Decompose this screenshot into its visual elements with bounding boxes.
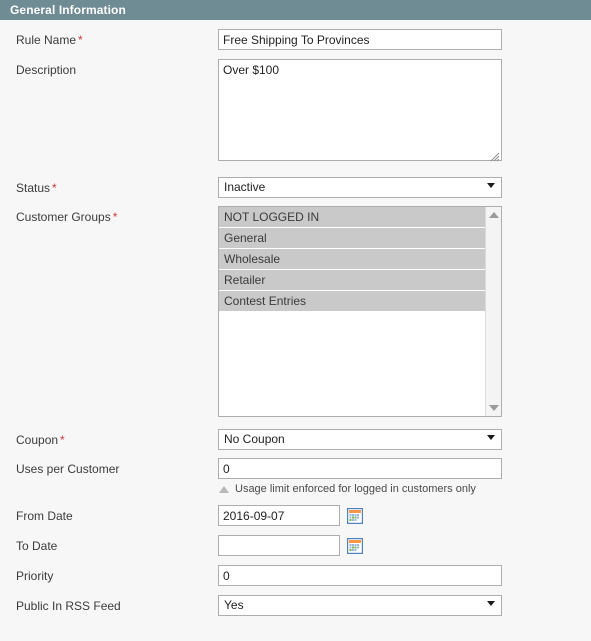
list-item[interactable]: Contest Entries (219, 291, 485, 312)
form-row-rule-name: Rule Name * (0, 29, 591, 50)
form-row-uses-per-customer: Uses per Customer Usage limit enforced f… (0, 458, 591, 495)
label-coupon-text: Coupon (16, 433, 59, 447)
field-coupon: No Coupon (218, 429, 591, 450)
required-marker-status: * (52, 181, 57, 195)
label-uses-per-customer-text: Uses per Customer (16, 462, 120, 476)
uses-per-customer-note-text: Usage limit enforced for logged in custo… (235, 483, 476, 495)
label-rule-name: Rule Name * (0, 29, 218, 48)
field-rule-name (218, 29, 591, 50)
field-uses-per-customer: Usage limit enforced for logged in custo… (218, 458, 591, 495)
description-textarea-wrapper: Over $100 (218, 59, 502, 164)
scroll-up-arrow-icon[interactable] (489, 212, 499, 218)
chevron-down-icon (487, 435, 495, 440)
label-coupon: Coupon * (0, 429, 218, 448)
list-item[interactable]: NOT LOGGED IN (219, 207, 485, 228)
list-item[interactable]: Retailer (219, 270, 485, 291)
field-status: Inactive (218, 177, 591, 198)
section-header-general-information: General Information (0, 0, 591, 20)
label-to-date: To Date (0, 535, 218, 554)
label-from-date: From Date (0, 505, 218, 524)
form-row-description: Description Over $100 (0, 59, 591, 164)
customer-groups-option-list: NOT LOGGED IN General Wholesale Retailer… (219, 207, 485, 416)
field-customer-groups: NOT LOGGED IN General Wholesale Retailer… (218, 206, 591, 417)
list-item[interactable]: Wholesale (219, 249, 485, 270)
label-description-text: Description (16, 63, 77, 77)
form-row-priority: Priority (0, 565, 591, 586)
to-date-input[interactable] (218, 535, 340, 556)
priority-input[interactable] (218, 565, 502, 586)
rule-name-input[interactable] (218, 29, 502, 50)
required-marker-rule-name: * (78, 33, 83, 47)
field-description: Over $100 (218, 59, 591, 164)
from-date-input[interactable] (218, 505, 340, 526)
customer-groups-multiselect[interactable]: NOT LOGGED IN General Wholesale Retailer… (218, 206, 502, 417)
uses-per-customer-input[interactable] (218, 458, 502, 479)
form-row-to-date: To Date (0, 535, 591, 556)
label-priority: Priority (0, 565, 218, 584)
coupon-select[interactable]: No Coupon (218, 429, 502, 450)
form-row-coupon: Coupon * No Coupon (0, 429, 591, 450)
chevron-down-icon (487, 601, 495, 606)
status-select-value: Inactive (218, 177, 502, 198)
scroll-down-arrow-icon[interactable] (489, 405, 499, 411)
customer-groups-scrollbar[interactable] (485, 207, 501, 416)
public-in-rss-feed-select-value: Yes (218, 595, 502, 616)
uses-per-customer-note: Usage limit enforced for logged in custo… (218, 479, 591, 495)
form-row-status: Status * Inactive (0, 177, 591, 198)
field-from-date (218, 505, 591, 526)
label-public-in-rss-feed-text: Public In RSS Feed (16, 599, 121, 613)
form-row-public-in-rss-feed: Public In RSS Feed Yes (0, 595, 591, 616)
label-status-text: Status (16, 181, 51, 195)
warning-triangle-icon (219, 485, 229, 493)
form-row-from-date: From Date (0, 505, 591, 526)
label-public-in-rss-feed: Public In RSS Feed (0, 595, 218, 614)
description-textarea[interactable]: Over $100 (218, 59, 502, 161)
label-customer-groups-text: Customer Groups (16, 210, 111, 224)
status-select[interactable]: Inactive (218, 177, 502, 198)
label-to-date-text: To Date (16, 539, 58, 553)
public-in-rss-feed-select[interactable]: Yes (218, 595, 502, 616)
label-priority-text: Priority (16, 569, 54, 583)
label-status: Status * (0, 177, 218, 196)
coupon-select-value: No Coupon (218, 429, 502, 450)
form-row-customer-groups: Customer Groups * NOT LOGGED IN General W… (0, 206, 591, 417)
field-priority (218, 565, 591, 586)
label-from-date-text: From Date (16, 509, 73, 523)
label-description: Description (0, 59, 218, 78)
label-rule-name-text: Rule Name (16, 33, 77, 47)
required-marker-customer-groups: * (112, 210, 118, 224)
calendar-icon[interactable] (347, 507, 363, 524)
label-uses-per-customer: Uses per Customer (0, 458, 218, 477)
required-marker-coupon: * (60, 433, 65, 447)
label-customer-groups: Customer Groups * (0, 206, 218, 225)
field-to-date (218, 535, 591, 556)
chevron-down-icon (487, 183, 495, 188)
field-public-in-rss-feed: Yes (218, 595, 591, 616)
list-item[interactable]: General (219, 228, 485, 249)
general-information-form: Rule Name* Description Over $100 Status*… (0, 20, 591, 616)
calendar-icon[interactable] (347, 537, 363, 554)
